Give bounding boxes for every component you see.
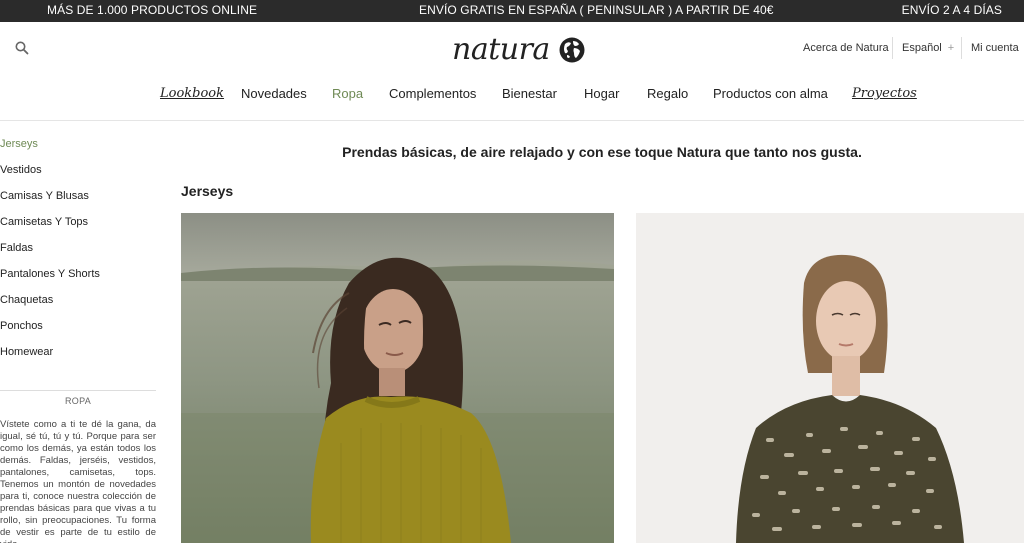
divider [961,37,962,59]
promo-delivery-time: ENVÍO 2 A 4 DÍAS [901,3,1002,17]
plus-icon: + [947,42,955,54]
category-item-pantalones-shorts[interactable]: Pantalones Y Shorts [0,269,156,295]
search-icon[interactable] [14,40,30,56]
language-label: Español [902,42,942,54]
category-item-vestidos[interactable]: Vestidos [0,165,156,191]
main-nav: Lookbook Novedades Ropa Complementos Bie… [0,86,1024,102]
category-item-jerseys[interactable]: Jerseys [0,139,156,165]
category-item-chaquetas[interactable]: Chaquetas [0,295,156,321]
nav-item-proyectos[interactable]: Proyectos [852,86,917,101]
sidebar-divider [0,390,156,391]
page-title: Jerseys [181,183,234,199]
category-item-camisetas-tops[interactable]: Camisetas Y Tops [0,217,156,243]
logo[interactable]: natura [452,33,586,67]
nav-item-complementos[interactable]: Complementos [389,86,476,101]
nav-item-hogar[interactable]: Hogar [584,86,619,101]
divider [892,37,893,59]
header-divider [0,120,1024,121]
category-item-faldas[interactable]: Faldas [0,243,156,269]
nav-item-novedades[interactable]: Novedades [241,86,307,101]
globe-icon [559,37,585,63]
promo-free-shipping: ENVÍO GRATIS EN ESPAÑA ( PENINSULAR ) A … [419,3,774,17]
product-image[interactable] [181,213,614,543]
account-link[interactable]: Mi cuenta [971,42,1019,54]
category-list: Jerseys Vestidos Camisas Y Blusas Camise… [0,139,156,373]
about-link[interactable]: Acerca de Natura [803,42,889,54]
nav-item-bienestar[interactable]: Bienestar [502,86,557,101]
logo-text: natura [452,32,550,67]
page-tagline: Prendas básicas, de aire relajado y con … [342,144,862,160]
nav-item-regalo[interactable]: Regalo [647,86,688,101]
sidebar-section-title: ROPA [64,396,92,406]
product-image[interactable] [636,213,1024,543]
nav-item-lookbook[interactable]: Lookbook [160,86,224,101]
category-item-camisas-blusas[interactable]: Camisas Y Blusas [0,191,156,217]
language-selector[interactable]: Español + [902,42,954,54]
category-item-ponchos[interactable]: Ponchos [0,321,156,347]
nav-item-ropa[interactable]: Ropa [332,86,363,101]
category-item-homewear[interactable]: Homewear [0,347,156,373]
promo-products: MÁS DE 1.000 PRODUCTOS ONLINE [47,3,258,17]
sidebar-section-text: Vístete como a ti te dé la gana, da igua… [0,419,156,543]
promo-bar: MÁS DE 1.000 PRODUCTOS ONLINE ENVÍO GRAT… [0,0,1024,22]
nav-item-productos-con-alma[interactable]: Productos con alma [713,86,828,101]
